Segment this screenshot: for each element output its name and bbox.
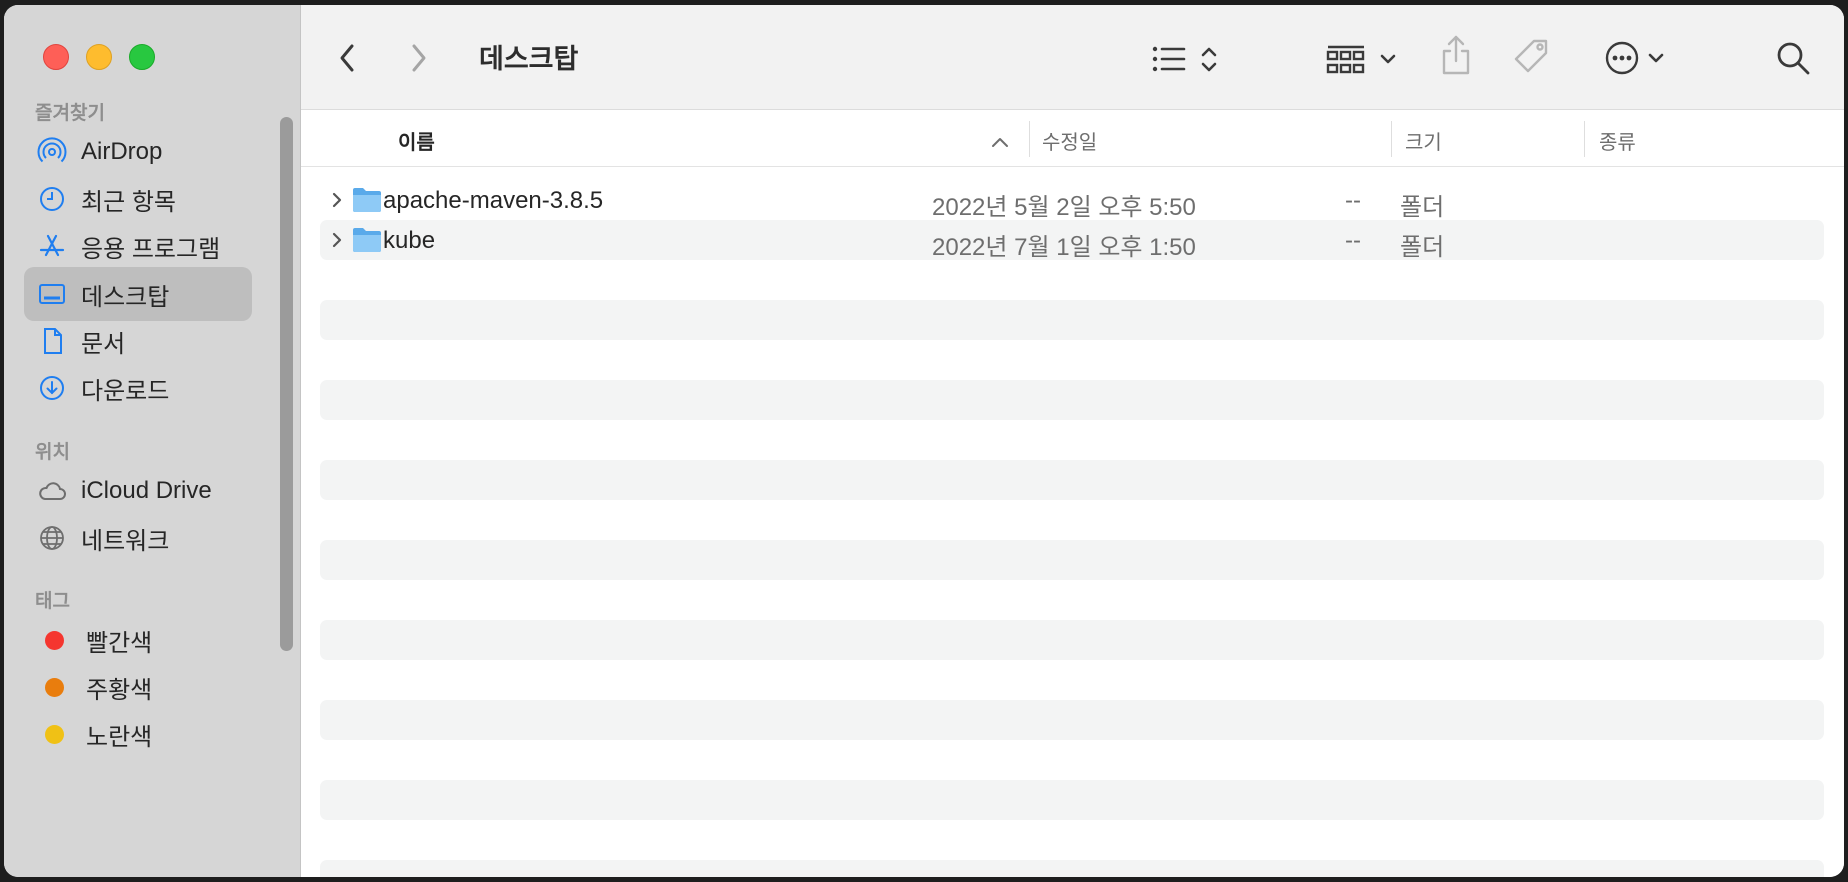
airdrop-icon — [37, 137, 67, 167]
desktop-icon — [37, 279, 67, 309]
clock-icon — [37, 184, 67, 214]
sidebar-item-label: AirDrop — [81, 138, 163, 165]
view-options-button[interactable] — [1151, 41, 1223, 77]
favorites-header: 즐겨찾기 — [35, 103, 105, 124]
empty-row-stripe — [320, 780, 1824, 820]
sidebar-item-tag-yellow[interactable]: 노란색 — [24, 707, 252, 761]
column-header-bar: 이름 수정일 크기 종류 — [301, 110, 1844, 167]
folder-icon — [353, 228, 381, 252]
orange-tag-dot-icon — [45, 677, 64, 697]
window-controls — [43, 44, 155, 70]
sidebar-item-label: 네트워크 — [81, 527, 170, 555]
search-icon — [1777, 42, 1810, 75]
file-row-kube[interactable]: kube 2022년 7월 1일 오후 1:50 -- 폴더 — [320, 220, 1824, 261]
sidebar-item-label: 빨간색 — [86, 629, 153, 657]
more-actions-button[interactable] — [1603, 39, 1667, 77]
share-icon — [1442, 35, 1470, 75]
cloud-icon — [37, 476, 67, 506]
sidebar-item-label: 주황색 — [86, 676, 153, 704]
download-icon — [37, 373, 67, 403]
locations-header: 위치 — [35, 442, 70, 463]
empty-row-stripe — [320, 620, 1824, 660]
file-kind: 폴더 — [1400, 234, 1445, 261]
tag-icon — [1514, 39, 1548, 73]
sidebar-item-network[interactable]: 네트워크 — [24, 511, 252, 565]
file-modified-date: 2022년 7월 1일 오후 1:50 — [932, 234, 1196, 261]
close-window-button[interactable] — [43, 44, 69, 70]
sidebar-item-desktop[interactable]: 데스크탑 — [24, 267, 252, 321]
sidebar-scrollbar[interactable] — [280, 117, 293, 651]
sidebar-item-label: 응용 프로그램 — [81, 235, 221, 263]
file-kind: 폴더 — [1400, 194, 1445, 221]
share-button[interactable] — [1439, 33, 1473, 77]
file-name: kube — [383, 227, 436, 254]
list-view-icon — [1152, 46, 1217, 72]
file-size: -- — [1345, 227, 1361, 254]
column-header-size[interactable]: 크기 — [1405, 126, 1442, 155]
tags-header: 태그 — [35, 591, 70, 612]
file-size: -- — [1345, 187, 1361, 214]
file-row-apache-maven[interactable]: apache-maven-3.8.5 2022년 5월 2일 오후 5:50 -… — [320, 180, 1824, 221]
sidebar: 즐겨찾기 AirDrop 최근 항목 응용 프로그램 데스크탑 문서 다운로드 … — [4, 5, 301, 877]
sidebar-item-label: 최근 항목 — [81, 188, 176, 216]
group-by-button[interactable] — [1325, 41, 1397, 77]
finder-window: 즐겨찾기 AirDrop 최근 항목 응용 프로그램 데스크탑 문서 다운로드 … — [4, 5, 1844, 877]
grid-group-icon — [1326, 45, 1396, 74]
chevron-left-icon — [340, 44, 354, 72]
toolbar: 데스크탑 — [301, 5, 1844, 110]
column-divider[interactable] — [1391, 121, 1392, 157]
sidebar-item-label: 데스크탑 — [81, 283, 170, 311]
file-name: apache-maven-3.8.5 — [383, 187, 604, 214]
column-header-name[interactable]: 이름 — [398, 126, 435, 155]
red-tag-dot-icon — [45, 630, 64, 650]
document-icon — [37, 326, 67, 356]
sort-ascending-chevron-icon[interactable] — [991, 136, 1009, 148]
sidebar-item-label: 다운로드 — [81, 377, 170, 405]
column-header-kind[interactable]: 종류 — [1599, 126, 1636, 155]
sidebar-item-label: 문서 — [81, 330, 126, 358]
minimize-window-button[interactable] — [86, 44, 112, 70]
yellow-tag-dot-icon — [45, 724, 64, 744]
sidebar-item-label: iCloud Drive — [81, 477, 212, 504]
folder-icon — [353, 188, 381, 212]
sidebar-item-icloud-drive[interactable]: iCloud Drive — [24, 464, 252, 518]
window-title: 데스크탑 — [479, 44, 579, 74]
chevron-right-icon — [412, 44, 426, 72]
sidebar-item-tag-orange[interactable]: 주황색 — [24, 660, 252, 714]
empty-row-stripe — [320, 540, 1824, 580]
empty-row-stripe — [320, 300, 1824, 340]
empty-row-stripe — [320, 460, 1824, 500]
back-button[interactable] — [333, 41, 361, 75]
sidebar-item-documents[interactable]: 문서 — [24, 314, 252, 368]
disclosure-chevron-icon[interactable] — [328, 231, 346, 249]
disclosure-chevron-icon[interactable] — [328, 191, 346, 209]
empty-row-stripe — [320, 700, 1824, 740]
sidebar-item-label: 노란색 — [86, 723, 153, 751]
empty-row-stripe — [320, 860, 1824, 877]
forward-button[interactable] — [405, 41, 433, 75]
sidebar-item-applications[interactable]: 응용 프로그램 — [24, 219, 252, 273]
network-globe-icon — [37, 523, 67, 553]
sidebar-item-airdrop[interactable]: AirDrop — [24, 125, 252, 179]
column-divider[interactable] — [1584, 121, 1585, 157]
column-divider[interactable] — [1029, 121, 1030, 157]
file-list: apache-maven-3.8.5 2022년 5월 2일 오후 5:50 -… — [301, 167, 1844, 877]
sidebar-item-downloads[interactable]: 다운로드 — [24, 361, 252, 415]
ellipsis-circle-icon — [1605, 41, 1664, 75]
search-button[interactable] — [1774, 39, 1812, 77]
zoom-window-button[interactable] — [129, 44, 155, 70]
tag-button[interactable] — [1512, 37, 1552, 77]
empty-row-stripe — [320, 380, 1824, 420]
column-header-modified[interactable]: 수정일 — [1042, 126, 1097, 155]
sidebar-item-recents[interactable]: 최근 항목 — [24, 172, 252, 226]
file-modified-date: 2022년 5월 2일 오후 5:50 — [932, 194, 1196, 221]
sidebar-item-tag-red[interactable]: 빨간색 — [24, 613, 252, 667]
applications-icon — [37, 231, 67, 261]
